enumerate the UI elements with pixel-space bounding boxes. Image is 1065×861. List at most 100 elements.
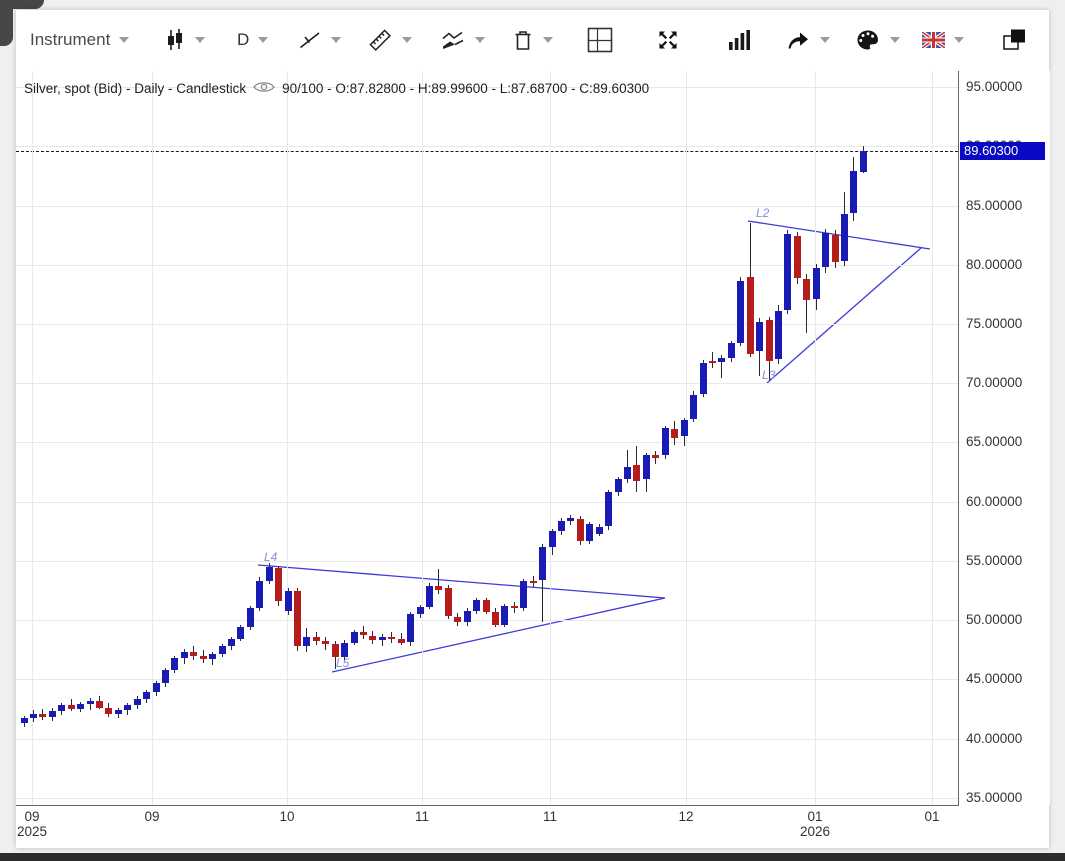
trendline-label: L5	[336, 656, 350, 670]
candle-body	[256, 581, 263, 608]
candle-body	[709, 361, 716, 363]
gridline-horizontal	[16, 739, 958, 740]
candle-body	[435, 586, 442, 591]
indicator-icon	[440, 30, 466, 50]
gridline-horizontal	[16, 206, 958, 207]
candle-body	[124, 705, 131, 710]
candle-body	[652, 455, 659, 457]
crosshair-grid-button[interactable]	[587, 10, 613, 70]
candle-body	[105, 708, 112, 714]
crosshair-grid-icon	[587, 27, 613, 53]
time-axis-label: 12	[664, 809, 708, 824]
candle-body	[633, 465, 640, 482]
instrument-dropdown[interactable]: Instrument	[30, 10, 129, 70]
fullscreen-button[interactable]	[656, 10, 680, 70]
candle-body	[200, 656, 207, 660]
share-dropdown[interactable]	[785, 10, 830, 70]
windows-layout-button[interactable]	[1002, 10, 1028, 70]
time-axis-label: 09	[130, 809, 174, 824]
candle-body	[275, 568, 282, 601]
candle-body	[596, 527, 603, 534]
candle-body	[794, 236, 801, 278]
time-axis-label: 10	[265, 809, 309, 824]
time-axis[interactable]: 092025091011111201202601	[16, 806, 1049, 842]
gridline-horizontal	[16, 265, 958, 266]
candle-body	[369, 636, 376, 641]
indicators-dropdown[interactable]	[440, 10, 485, 70]
gridline-horizontal	[16, 442, 958, 443]
chart-type-dropdown[interactable]	[164, 10, 205, 70]
candle-body	[351, 632, 358, 643]
candle-body	[68, 705, 75, 709]
candle-body	[586, 524, 593, 541]
candle-body	[266, 567, 273, 581]
candle-body	[662, 428, 669, 455]
candle-body	[171, 658, 178, 670]
gridline-vertical	[686, 71, 687, 805]
price-axis-label: 55.00000	[966, 553, 1022, 568]
candle-body	[775, 311, 782, 360]
candle-body	[501, 606, 508, 625]
price-axis-label: 35.00000	[966, 790, 1022, 805]
price-axis-label: 60.00000	[966, 494, 1022, 509]
price-axis-label: 45.00000	[966, 671, 1022, 686]
candle-body	[615, 479, 622, 492]
candle-body	[360, 632, 367, 636]
candle-body	[473, 600, 480, 611]
chevron-down-icon	[890, 37, 900, 43]
chevron-down-icon	[475, 37, 485, 43]
delete-tool-dropdown[interactable]	[512, 10, 553, 70]
candle-body	[756, 322, 763, 352]
price-axis[interactable]: 89.60300 95.0000090.0000085.0000080.0000…	[958, 71, 1050, 805]
candle-body	[341, 643, 348, 657]
chevron-down-icon	[954, 37, 964, 43]
candle-body	[219, 646, 226, 654]
gridline-horizontal	[16, 620, 958, 621]
candle-body	[96, 701, 103, 708]
price-axis-label: 75.00000	[966, 316, 1022, 331]
instrument-dropdown-label: Instrument	[30, 30, 110, 50]
theme-dropdown[interactable]	[855, 10, 900, 70]
plot-area[interactable]: Silver, spot (Bid) - Daily - Candlestick…	[16, 71, 958, 805]
price-axis-label: 85.00000	[966, 198, 1022, 213]
candle-body	[567, 518, 574, 520]
palette-icon	[855, 28, 881, 52]
gridline-horizontal	[16, 561, 958, 562]
candle-body	[803, 279, 810, 300]
candle-body	[285, 591, 292, 611]
trendline-tool-dropdown[interactable]	[298, 10, 341, 70]
candle-body	[511, 606, 518, 608]
toolbar: Instrument D	[16, 10, 1049, 72]
trendline-icon	[298, 29, 322, 51]
candle-body	[690, 395, 697, 419]
candle-body	[784, 234, 791, 310]
candle-body	[813, 268, 820, 299]
candle-body	[313, 637, 320, 642]
candle-body	[832, 235, 839, 262]
candle-body	[520, 581, 527, 608]
candle-body	[209, 654, 216, 659]
candle-body	[766, 320, 773, 360]
drawings-overlay: L2L3L4L5	[16, 71, 958, 805]
gridline-vertical	[32, 71, 33, 805]
volume-button[interactable]	[728, 10, 752, 70]
candle-body	[728, 343, 735, 358]
chevron-down-icon	[402, 37, 412, 43]
candle-body	[303, 637, 310, 647]
timeframe-dropdown[interactable]: D	[237, 10, 268, 70]
candle-body	[379, 637, 386, 641]
measure-tool-dropdown[interactable]	[367, 10, 412, 70]
time-axis-border	[16, 805, 959, 806]
candle-body	[115, 710, 122, 714]
ruler-icon	[367, 27, 393, 53]
candle-body	[58, 705, 65, 711]
candle-body	[398, 639, 405, 643]
last-price-badge: 89.60300	[960, 142, 1045, 160]
chart-title-main: Silver, spot (Bid) - Daily - Candlestick	[24, 81, 246, 96]
candle-body	[841, 214, 848, 261]
candle-body	[577, 519, 584, 540]
candle-body	[332, 644, 339, 657]
language-dropdown[interactable]	[922, 10, 964, 70]
chevron-down-icon	[543, 37, 553, 43]
window-corner-accent	[0, 0, 13, 46]
